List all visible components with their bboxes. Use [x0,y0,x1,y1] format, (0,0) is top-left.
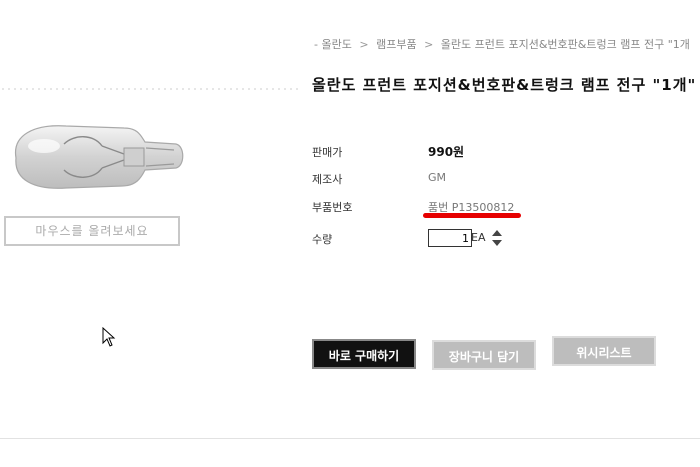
quantity-label: 수량 [312,233,333,246]
quantity-input[interactable] [428,229,472,247]
decorative-dotted-band [0,86,300,94]
red-highlight-underline [423,213,521,218]
price-value: 990원 [428,145,465,159]
bottom-divider [0,438,700,439]
price-label: 판매가 [312,146,343,159]
part-number-label: 부품번호 [312,201,353,214]
breadcrumb-separator: > [359,38,369,51]
quantity-unit: EA [471,231,486,244]
breadcrumb-item-lamp-parts[interactable]: 램프부품 [376,38,416,51]
add-to-cart-button[interactable]: 장바구니 담기 [432,340,536,370]
breadcrumb-prefix: - [314,38,318,51]
quantity-stepper-icon[interactable] [492,230,502,246]
wishlist-button[interactable]: 위시리스트 [552,336,656,366]
mouse-cursor-icon [102,327,116,347]
buy-now-button[interactable]: 바로 구매하기 [312,339,416,369]
page-title: 올란도 프런트 포지션&번호판&트렁크 램프 전구 "1개" [312,76,697,94]
maker-label: 제조사 [312,173,343,186]
maker-value: GM [428,171,447,184]
bulb-image [15,125,184,189]
breadcrumb-separator: > [424,38,434,51]
breadcrumb-item-current[interactable]: 올란도 프런트 포지션&번호판&트렁크 램프 전구 "1개 [441,38,690,51]
zoom-hint-box[interactable]: 마우스를 올려보세요 [4,216,180,246]
breadcrumb: - 올란도 > 램프부품 > 올란도 프런트 포지션&번호판&트렁크 램프 전구… [314,36,690,52]
breadcrumb-item-orlando[interactable]: 올란도 [321,38,351,51]
